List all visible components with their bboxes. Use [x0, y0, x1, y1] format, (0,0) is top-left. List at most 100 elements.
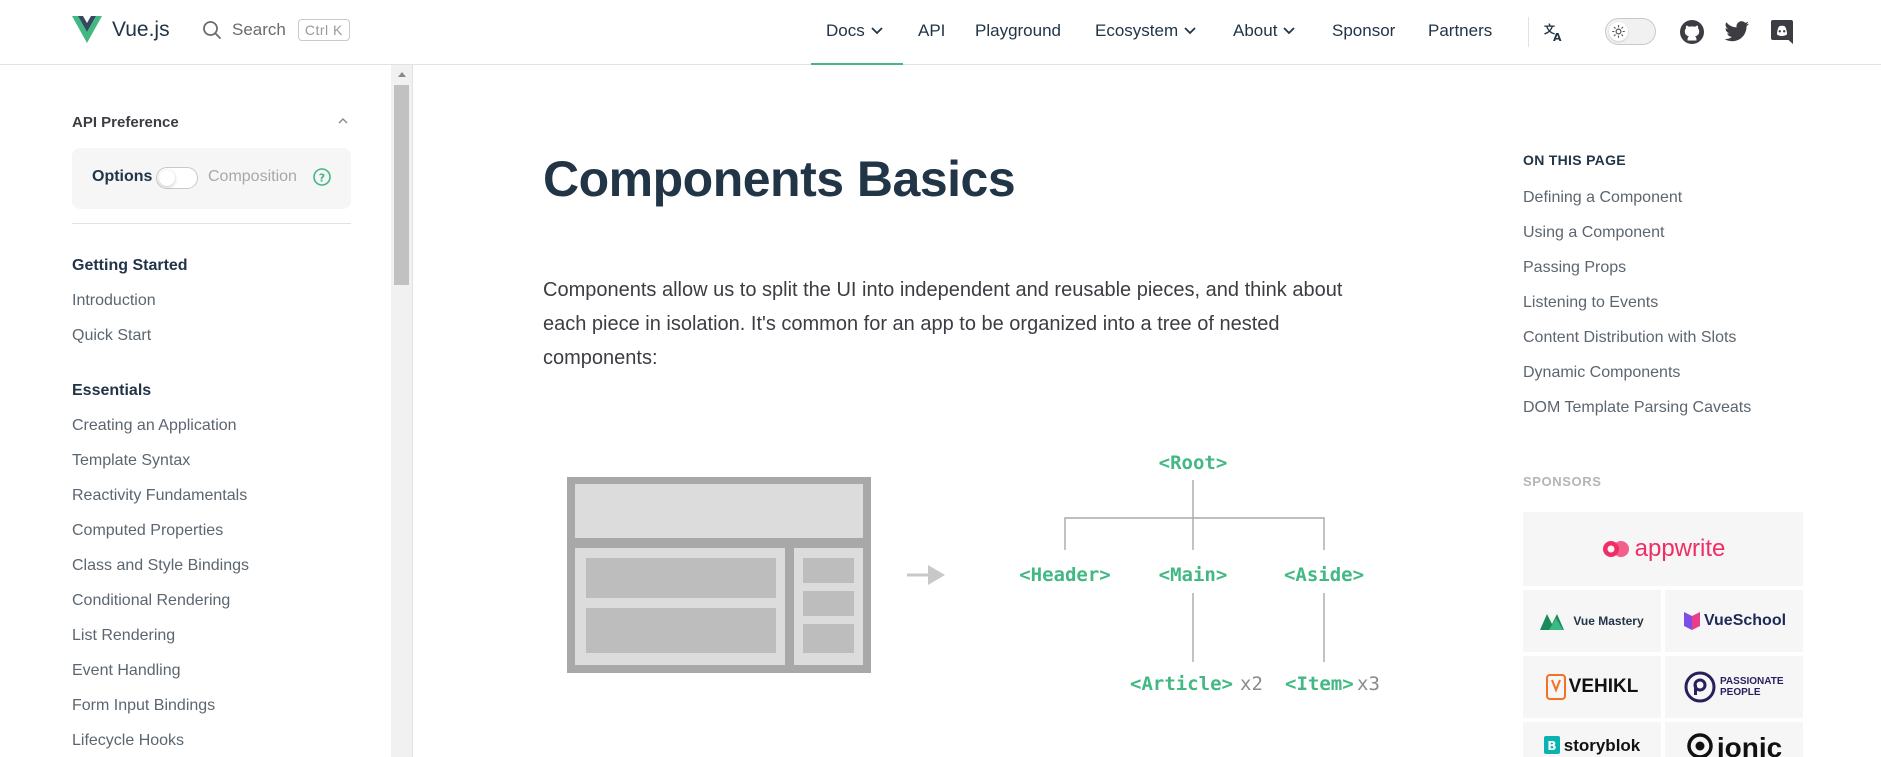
toc-title: ON THIS PAGE	[1523, 152, 1626, 168]
sidebar-item-computed-properties[interactable]: Computed Properties	[72, 522, 223, 540]
nav-ecosystem-label: Ecosystem	[1095, 21, 1179, 40]
tree-node-item-count: x3	[1357, 673, 1380, 695]
svg-text:?: ?	[319, 171, 325, 184]
translate-icon[interactable]: 文 A	[1540, 18, 1568, 46]
sponsors-title: SPONSORS	[1523, 474, 1602, 489]
nav-partners-label: Partners	[1428, 21, 1493, 40]
nav-partners[interactable]: Partners	[1428, 19, 1492, 43]
sidebar-group-essentials: Essentials	[72, 382, 152, 399]
scroll-up-arrow-icon[interactable]	[398, 72, 406, 77]
vueschool-logo-icon	[1683, 612, 1700, 630]
discord-icon[interactable]	[1768, 18, 1796, 46]
sponsor-ionic-name: ionic	[1716, 732, 1783, 757]
sidebar-item-list-rendering[interactable]: List Rendering	[72, 627, 175, 645]
sidebar-item-form-input-bindings[interactable]: Form Input Bindings	[72, 697, 215, 715]
brand-name: Vue.js	[112, 17, 170, 41]
sidebar-divider	[72, 223, 351, 224]
sidebar-item-creating-an-application[interactable]: Creating an Application	[72, 417, 237, 435]
sidebar-scrollbar[interactable]	[391, 65, 412, 757]
nav-docs-label: Docs	[826, 21, 865, 40]
search-label: Search	[232, 20, 286, 39]
nav-about[interactable]: About	[1233, 19, 1296, 43]
sidebar-item-introduction[interactable]: Introduction	[72, 292, 156, 310]
search-icon	[203, 21, 221, 39]
toc-item-defining-a-component[interactable]: Defining a Component	[1523, 189, 1682, 207]
tree-node-header: <Header>	[1019, 564, 1111, 586]
page-title: Components Basics	[543, 151, 1016, 207]
search-button[interactable]: Search Ctrl K	[202, 19, 350, 41]
sponsor-appwrite[interactable]: appwrite	[1523, 512, 1803, 586]
sponsor-ionic[interactable]: ionic	[1665, 722, 1803, 757]
nav-divider	[1528, 17, 1529, 47]
sidebar-item-class-and-style-bindings[interactable]: Class and Style Bindings	[72, 557, 249, 575]
nav-api[interactable]: API	[918, 19, 945, 43]
toc-item-dynamic-components[interactable]: Dynamic Components	[1523, 364, 1680, 382]
sidebar-item-lifecycle-hooks[interactable]: Lifecycle Hooks	[72, 732, 184, 750]
sidebar: API Preference Options Composition ? Get…	[0, 65, 413, 757]
api-preference-label: API Preference	[72, 114, 179, 131]
sponsor-storyblok-name: storyblok	[1563, 736, 1641, 755]
toc-item-passing-props[interactable]: Passing Props	[1523, 259, 1626, 277]
component-tree-diagram: <Root> <Header> <Main> <Aside> <Article>…	[567, 452, 1380, 695]
chevron-down-icon	[1283, 27, 1296, 35]
nav-sponsor[interactable]: Sponsor	[1332, 19, 1395, 43]
nav-api-label: API	[918, 21, 946, 40]
chevron-down-icon	[871, 27, 883, 35]
sponsor-passionate-people-name: PASSIONATE PEOPLE	[1720, 676, 1784, 698]
api-preference-switcher: Options Composition ?	[72, 148, 351, 209]
composition-api-label[interactable]: Composition	[208, 168, 297, 186]
chevron-up-icon[interactable]	[338, 117, 348, 124]
tree-node-main: <Main>	[1159, 564, 1228, 586]
chevron-down-icon	[1184, 27, 1196, 35]
sidebar-group-getting-started: Getting Started	[72, 257, 188, 274]
tree-node-root: <Root>	[1159, 452, 1228, 474]
options-api-label[interactable]: Options	[92, 168, 152, 186]
toc-item-listening-to-events[interactable]: Listening to Events	[1523, 294, 1658, 312]
sponsor-vue-mastery-name: Vue Mastery	[1573, 614, 1644, 628]
vue-logo-icon	[72, 16, 102, 43]
sponsor-vueschool-name: VueSchool	[1703, 612, 1787, 629]
nav-ecosystem[interactable]: Ecosystem	[1095, 19, 1196, 43]
tree-node-article: <Article>	[1130, 673, 1233, 695]
sponsor-vueschool[interactable]: VueSchool	[1665, 590, 1803, 652]
sidebar-item-reactivity-fundamentals[interactable]: Reactivity Fundamentals	[72, 487, 247, 505]
toc-item-dom-template-parsing-caveats[interactable]: DOM Template Parsing Caveats	[1523, 399, 1751, 417]
nav-about-label: About	[1233, 21, 1278, 40]
toc-item-using-a-component[interactable]: Using a Component	[1523, 224, 1664, 242]
twitter-icon[interactable]	[1723, 18, 1751, 46]
sponsor-passionate-people[interactable]: PASSIONATE PEOPLE	[1665, 656, 1803, 718]
svg-text:B: B	[1547, 739, 1556, 753]
sponsor-vehikl-name: VEHIKL	[1568, 676, 1639, 697]
page-wireframe-illustration	[567, 477, 871, 673]
nav-playground[interactable]: Playground	[975, 19, 1061, 43]
api-style-switch[interactable]	[156, 167, 198, 189]
sponsor-vue-mastery[interactable]: Vue Mastery	[1523, 590, 1661, 652]
top-nav: Vue.js Search Ctrl K Docs API Playground…	[0, 0, 1881, 65]
sidebar-item-conditional-rendering[interactable]: Conditional Rendering	[72, 592, 230, 610]
arrow-icon	[907, 565, 945, 585]
toc-item-content-distribution-with-slots[interactable]: Content Distribution with Slots	[1523, 329, 1736, 347]
appwrite-logo-icon	[1602, 541, 1629, 557]
github-icon[interactable]	[1678, 18, 1706, 46]
nav-sponsor-label: Sponsor	[1332, 21, 1396, 40]
tree-node-article-count: x2	[1240, 673, 1263, 695]
sidebar-item-quick-start[interactable]: Quick Start	[72, 327, 151, 345]
appearance-toggle[interactable]	[1605, 18, 1656, 45]
brand-link[interactable]: Vue.js	[72, 16, 170, 43]
nav-docs[interactable]: Docs	[826, 19, 883, 43]
sponsor-storyblok[interactable]: B storyblok	[1523, 722, 1661, 757]
nav-playground-label: Playground	[975, 21, 1062, 40]
intro-paragraph: Components allow us to split the UI into…	[543, 279, 1343, 369]
help-icon[interactable]: ?	[312, 167, 332, 187]
scrollbar-thumb[interactable]	[394, 85, 409, 285]
sun-icon	[1609, 22, 1628, 41]
vehikl-logo-icon	[1545, 674, 1566, 700]
tree-node-aside: <Aside>	[1284, 564, 1364, 586]
sidebar-item-template-syntax[interactable]: Template Syntax	[72, 452, 190, 470]
vue-mastery-logo-icon	[1540, 614, 1565, 630]
sidebar-item-event-handling[interactable]: Event Handling	[72, 662, 181, 680]
sponsor-vehikl[interactable]: VEHIKL	[1523, 656, 1661, 718]
ionic-logo-icon	[1687, 733, 1713, 757]
search-shortcut: Ctrl K	[297, 19, 350, 41]
passionate-people-logo-icon	[1684, 671, 1716, 703]
